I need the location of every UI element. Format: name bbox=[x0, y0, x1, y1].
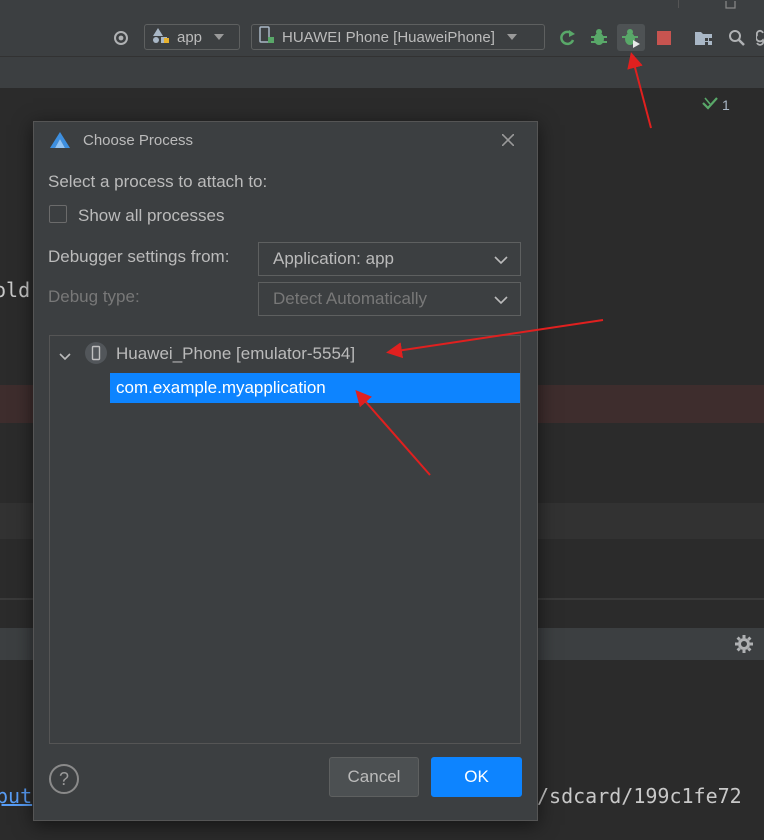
debug-type-combo: Detect Automatically bbox=[258, 282, 521, 316]
phone-icon bbox=[84, 341, 108, 370]
run-config-combo[interactable]: app bbox=[144, 24, 240, 50]
ok-button[interactable]: OK bbox=[431, 757, 522, 797]
choose-process-dialog: Choose Process Select a process to attac… bbox=[33, 121, 538, 821]
window-top-strip bbox=[0, 0, 764, 20]
restore-window-icon[interactable] bbox=[724, 0, 738, 10]
select-process-label: Select a process to attach to: bbox=[48, 172, 268, 191]
android-studio-logo-icon bbox=[49, 131, 71, 154]
console-link[interactable]: put bbox=[0, 784, 32, 808]
device-phone-icon bbox=[258, 25, 276, 49]
tree-node-device[interactable]: Huawei_Phone [emulator-5554] bbox=[50, 338, 520, 368]
editor-tab-bar bbox=[0, 57, 764, 89]
debug-type-label: Debug type: bbox=[48, 287, 140, 306]
tree-node-process[interactable]: com.example.myapplication bbox=[110, 373, 520, 403]
device-node-label: Huawei_Phone [emulator-5554] bbox=[116, 344, 356, 363]
apply-changes-icon[interactable] bbox=[556, 27, 578, 49]
code-fragment: old bbox=[0, 278, 31, 302]
inspection-count: 1 bbox=[722, 96, 730, 113]
run-config-label: app bbox=[177, 28, 203, 46]
chevron-down-icon bbox=[506, 34, 517, 40]
debugger-settings-combo[interactable]: Application: app bbox=[258, 242, 521, 276]
show-all-processes-label[interactable]: Show all processes bbox=[78, 206, 224, 226]
chevron-down-icon bbox=[214, 34, 225, 40]
android-app-icon bbox=[151, 26, 171, 48]
dialog-title-bar[interactable]: Choose Process bbox=[34, 122, 537, 158]
debugger-settings-value: Application: app bbox=[273, 249, 394, 268]
inspection-widget[interactable]: 1 bbox=[702, 96, 730, 113]
debug-type-value: Detect Automatically bbox=[273, 289, 428, 308]
console-path: /sdcard/199c1fe72 bbox=[537, 784, 742, 808]
overflow-icon[interactable] bbox=[756, 27, 764, 49]
chevron-down-icon bbox=[494, 252, 508, 270]
check-icon bbox=[702, 96, 718, 113]
device-combo[interactable]: HUAWEI Phone [HuaweiPhone] bbox=[251, 24, 545, 50]
process-tree[interactable]: Huawei_Phone [emulator-5554] com.example… bbox=[49, 335, 521, 744]
attach-debugger-icon[interactable] bbox=[617, 24, 645, 51]
debug-icon[interactable] bbox=[588, 27, 610, 49]
debugger-settings-label: Debugger settings from: bbox=[48, 247, 230, 266]
target-icon[interactable] bbox=[110, 27, 132, 49]
cancel-button[interactable]: Cancel bbox=[329, 757, 419, 797]
project-structure-icon[interactable] bbox=[693, 27, 715, 49]
dialog-title: Choose Process bbox=[83, 132, 194, 149]
process-node-label: com.example.myapplication bbox=[116, 378, 326, 397]
minimize-divider-icon bbox=[678, 0, 679, 8]
device-label: HUAWEI Phone [HuaweiPhone] bbox=[282, 28, 495, 46]
search-icon[interactable] bbox=[726, 27, 748, 49]
stop-icon[interactable] bbox=[653, 27, 675, 49]
show-all-processes-checkbox[interactable] bbox=[49, 205, 67, 223]
help-icon[interactable]: ? bbox=[49, 764, 79, 794]
chevron-down-icon bbox=[494, 292, 508, 310]
gear-icon[interactable] bbox=[733, 633, 755, 655]
close-icon[interactable] bbox=[498, 130, 518, 150]
chevron-down-icon[interactable] bbox=[59, 348, 71, 366]
